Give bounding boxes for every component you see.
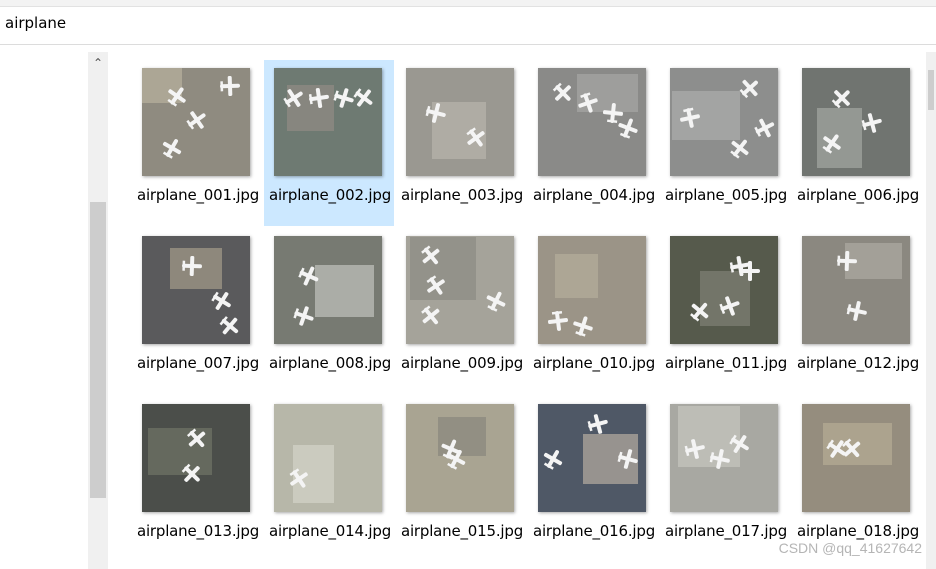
file-thumbnail	[406, 68, 514, 176]
content-scrollbar[interactable]	[926, 52, 936, 569]
file-item[interactable]: airplane_010.jpg	[528, 228, 658, 394]
file-name: airplane_011.jpg	[664, 354, 788, 372]
file-thumbnail	[538, 404, 646, 512]
file-item[interactable]: airplane_007.jpg	[132, 228, 262, 394]
navigation-pane-scrollbar[interactable]: ⌃	[88, 52, 108, 569]
file-item[interactable]: airplane_004.jpg	[528, 60, 658, 226]
file-thumbnail	[142, 404, 250, 512]
file-name: airplane_006.jpg	[796, 186, 920, 204]
file-name: airplane_002.jpg	[268, 186, 392, 204]
file-thumbnail	[406, 236, 514, 344]
file-thumbnail	[274, 236, 382, 344]
file-item[interactable]: airplane_001.jpg	[132, 60, 262, 226]
scrollbar-thumb[interactable]	[90, 202, 106, 498]
file-name: airplane_005.jpg	[664, 186, 788, 204]
file-item[interactable]: airplane_018.jpg	[792, 396, 922, 562]
file-name: airplane_017.jpg	[664, 522, 788, 540]
file-thumbnail	[406, 404, 514, 512]
file-item[interactable]: airplane_015.jpg	[396, 396, 526, 562]
file-thumbnail	[802, 236, 910, 344]
file-item[interactable]: airplane_006.jpg	[792, 60, 922, 226]
file-thumbnail	[802, 68, 910, 176]
file-item[interactable]: airplane_014.jpg	[264, 396, 394, 562]
window-top-edge	[0, 0, 936, 7]
file-thumbnail	[802, 404, 910, 512]
file-thumbnail	[274, 68, 382, 176]
file-thumbnail	[538, 236, 646, 344]
file-name: airplane_003.jpg	[400, 186, 524, 204]
file-item[interactable]: airplane_008.jpg	[264, 228, 394, 394]
file-name: airplane_010.jpg	[532, 354, 656, 372]
navigation-pane	[0, 45, 88, 569]
file-name: airplane_004.jpg	[532, 186, 656, 204]
scroll-up-arrow-icon[interactable]: ⌃	[88, 52, 108, 72]
content-scrollbar-thumb[interactable]	[928, 70, 934, 110]
file-name: airplane_018.jpg	[796, 522, 920, 540]
file-thumbnail	[670, 68, 778, 176]
file-thumbnail	[670, 236, 778, 344]
file-name: airplane_001.jpg	[136, 186, 260, 204]
file-item[interactable]: airplane_005.jpg	[660, 60, 790, 226]
file-name: airplane_014.jpg	[268, 522, 392, 540]
file-name: airplane_015.jpg	[400, 522, 524, 540]
file-thumbnail	[538, 68, 646, 176]
file-name: airplane_007.jpg	[136, 354, 260, 372]
address-bar[interactable]: airplane	[0, 0, 936, 45]
file-item[interactable]: airplane_017.jpg	[660, 396, 790, 562]
file-name: airplane_016.jpg	[532, 522, 656, 540]
file-item[interactable]: airplane_013.jpg	[132, 396, 262, 562]
file-item[interactable]: airplane_016.jpg	[528, 396, 658, 562]
file-thumbnail	[670, 404, 778, 512]
breadcrumb-folder[interactable]: airplane	[5, 14, 66, 32]
file-item[interactable]: airplane_011.jpg	[660, 228, 790, 394]
file-thumbnail	[142, 68, 250, 176]
file-name: airplane_013.jpg	[136, 522, 260, 540]
file-item[interactable]: airplane_012.jpg	[792, 228, 922, 394]
file-item[interactable]: airplane_003.jpg	[396, 60, 526, 226]
file-item[interactable]: airplane_009.jpg	[396, 228, 526, 394]
file-name: airplane_012.jpg	[796, 354, 920, 372]
file-name: airplane_009.jpg	[400, 354, 524, 372]
file-item[interactable]: airplane_002.jpg	[264, 60, 394, 226]
file-name: airplane_008.jpg	[268, 354, 392, 372]
file-thumbnail	[142, 236, 250, 344]
file-thumbnail	[274, 404, 382, 512]
watermark: CSDN @qq_41627642	[778, 540, 922, 556]
